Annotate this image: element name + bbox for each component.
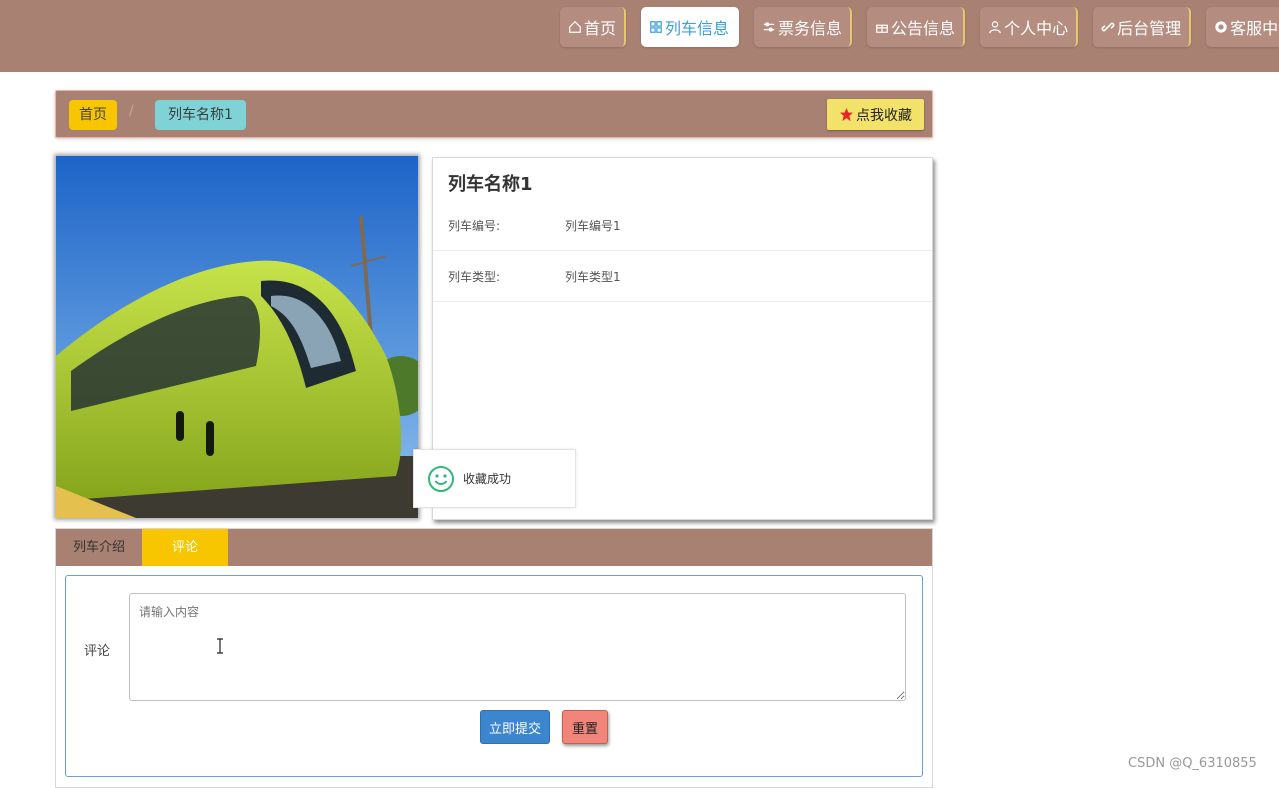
user-icon — [989, 21, 1001, 34]
star-icon — [839, 107, 854, 122]
nav-label: 个人中心 — [1004, 19, 1069, 38]
nav-label: 列车信息 — [665, 19, 730, 38]
success-toast: 收藏成功 — [413, 449, 576, 508]
comment-label: 评论 — [84, 644, 111, 659]
tab-comments[interactable]: 评论 — [142, 529, 228, 566]
train-photo — [56, 156, 418, 518]
toast-message: 收藏成功 — [463, 472, 512, 486]
grid-icon — [650, 21, 662, 33]
comment-textarea[interactable] — [129, 593, 906, 701]
nav-label: 票务信息 — [778, 19, 843, 38]
sliders-icon — [763, 22, 775, 32]
text-cursor-icon — [217, 638, 223, 654]
submit-button[interactable]: 立即提交 — [480, 710, 550, 744]
breadcrumb-home[interactable]: 首页 — [69, 100, 117, 130]
breadcrumb-current[interactable]: 列车名称1 — [155, 100, 246, 130]
field-label: 列车编号: — [448, 219, 501, 233]
favorite-button[interactable]: 点我收藏 — [827, 99, 924, 130]
info-row-number: 列车编号: 列车编号1 — [433, 200, 932, 251]
nav-announcements[interactable]: 公告信息 — [867, 7, 966, 47]
nav-personal-center[interactable]: 个人中心 — [980, 7, 1079, 47]
smile-icon — [428, 465, 454, 492]
main-nav: 首页 列车信息 票务信息 公告信息 个人中心 后台管理 客服中心 — [560, 7, 1279, 47]
field-label: 列车类型: — [448, 270, 501, 284]
watermark: CSDN @Q_6310855 — [1128, 756, 1257, 771]
nav-ticket-info[interactable]: 票务信息 — [754, 7, 853, 47]
breadcrumb: 首页 / 列车名称1 点我收藏 — [55, 90, 933, 138]
nav-customer-service[interactable]: 客服中心 — [1206, 7, 1279, 47]
link-icon — [1101, 22, 1115, 32]
reset-button[interactable]: 重置 — [562, 710, 608, 744]
nav-home[interactable]: 首页 — [560, 7, 627, 47]
nav-label: 后台管理 — [1117, 19, 1182, 38]
home-icon — [569, 20, 581, 33]
breadcrumb-separator: / — [129, 103, 134, 119]
gift-icon — [876, 24, 888, 33]
tab-bar: 列车介绍 评论 — [56, 529, 932, 566]
nav-label: 首页 — [584, 19, 617, 38]
field-value: 列车编号1 — [565, 219, 621, 233]
favorite-label: 点我收藏 — [856, 107, 912, 124]
nav-train-info[interactable]: 列车信息 — [641, 7, 740, 47]
chat-icon — [1215, 21, 1227, 33]
field-value: 列车类型1 — [565, 270, 621, 284]
comment-form: 评论 立即提交 重置 — [65, 575, 923, 777]
detail-tabs-panel: 列车介绍 评论 评论 立即提交 重置 — [55, 528, 933, 788]
tab-train-intro[interactable]: 列车介绍 — [56, 529, 142, 566]
train-name: 列车名称1 — [448, 174, 533, 195]
nav-label: 公告信息 — [891, 19, 956, 38]
nav-label: 客服中心 — [1230, 19, 1279, 38]
info-row-type: 列车类型: 列车类型1 — [433, 251, 932, 302]
top-navbar: 首页 列车信息 票务信息 公告信息 个人中心 后台管理 客服中心 — [0, 0, 1279, 72]
nav-admin[interactable]: 后台管理 — [1093, 7, 1192, 47]
